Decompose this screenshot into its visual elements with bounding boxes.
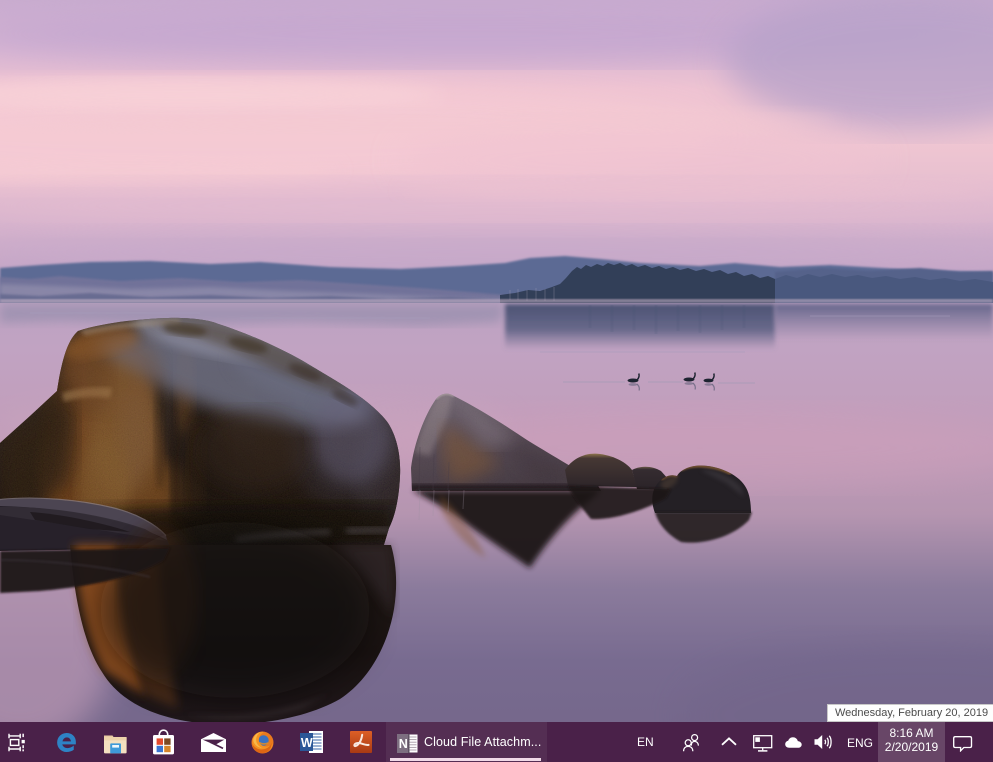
svg-text:W: W xyxy=(301,736,313,750)
svg-text:N: N xyxy=(399,737,408,751)
